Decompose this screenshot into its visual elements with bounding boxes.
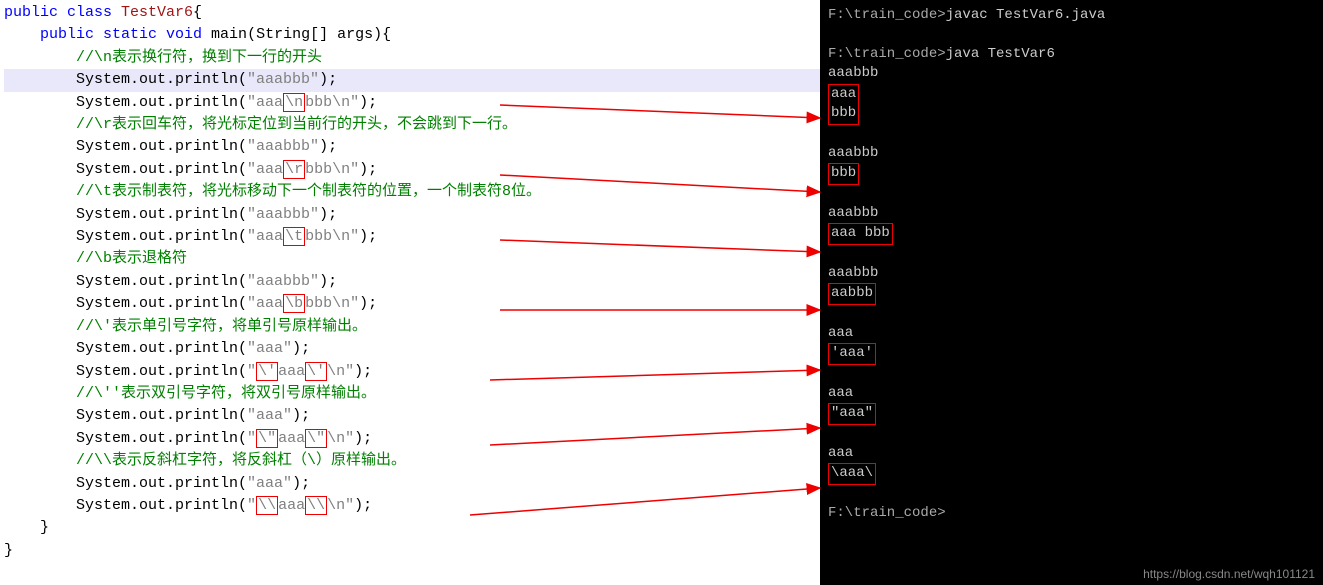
output-line: "aaa" <box>828 403 1315 425</box>
code-line: System.out.println("aaa"); <box>4 405 820 427</box>
boxed-output: bbb <box>828 163 859 185</box>
code-line: public class TestVar6{ <box>4 2 820 24</box>
code-line: System.out.println("aaabbb"); <box>4 136 820 158</box>
code-line: System.out.println("\"aaa\"\n"); <box>4 428 820 450</box>
escape-sequence: \\ <box>305 496 327 515</box>
comment-line: //\t表示制表符，将光标移动下一个制表符的位置，一个制表符8位。 <box>4 181 820 203</box>
comment-line: //\\表示反斜杠字符，将反斜杠（\）原样输出。 <box>4 450 820 472</box>
code-line: System.out.println("aaa\bbbb\n"); <box>4 293 820 315</box>
output-line: aaabbb <box>828 84 1315 125</box>
comment-line: //\'表示单引号字符，将单引号原样输出。 <box>4 316 820 338</box>
output-line: aaa bbb <box>828 223 1315 245</box>
output-line: aaabbb <box>828 264 1315 284</box>
output-line: aaabbb <box>828 204 1315 224</box>
escape-sequence: \' <box>256 362 278 381</box>
output-line: \aaa\ <box>828 463 1315 485</box>
code-line: System.out.println("aaa\nbbb\n"); <box>4 92 820 114</box>
prompt: F:\train_code> <box>828 505 946 521</box>
code-line: public static void main(String[] args){ <box>4 24 820 46</box>
output-line: aaa <box>828 324 1315 344</box>
output-line: aaabbb <box>828 64 1315 84</box>
output-line: aaa <box>828 444 1315 464</box>
boxed-output: \aaa\ <box>828 463 876 485</box>
prompt: F:\train_code> <box>828 7 946 23</box>
terminal-line: F:\train_code>javac TestVar6.java <box>828 6 1315 26</box>
boxed-output: aaa bbb <box>828 223 893 245</box>
terminal-panel[interactable]: F:\train_code>javac TestVar6.java F:\tra… <box>820 0 1323 585</box>
code-line: System.out.println("aaa\tbbb\n"); <box>4 226 820 248</box>
comment-line: //\r表示回车符，将光标定位到当前行的开头，不会跳到下一行。 <box>4 114 820 136</box>
code-line: System.out.println("aaabbb"); <box>4 271 820 293</box>
output-line: 'aaa' <box>828 343 1315 365</box>
escape-sequence: \\ <box>256 496 278 515</box>
code-line: System.out.println("aaa"); <box>4 473 820 495</box>
terminal-line: F:\train_code> <box>828 504 1315 524</box>
escape-sequence: \n <box>283 93 305 112</box>
code-line: System.out.println("aaa"); <box>4 338 820 360</box>
comment-line: //\n表示换行符，换到下一行的开头 <box>4 47 820 69</box>
escape-sequence: \t <box>283 227 305 246</box>
escape-sequence: \b <box>283 294 305 313</box>
escape-sequence: \" <box>305 429 327 448</box>
boxed-output: 'aaa' <box>828 343 876 365</box>
escape-sequence: \r <box>283 160 305 179</box>
code-line: } <box>4 517 820 539</box>
code-line: System.out.println("\'aaa\'\n"); <box>4 361 820 383</box>
terminal-line: F:\train_code>java TestVar6 <box>828 45 1315 65</box>
output-line: bbb <box>828 163 1315 185</box>
code-line: System.out.println("\\aaa\\\n"); <box>4 495 820 517</box>
code-line: System.out.println("aaabbb"); <box>4 204 820 226</box>
boxed-output: "aaa" <box>828 403 876 425</box>
boxed-output: aabbb <box>828 283 876 305</box>
highlighted-line: System.out.println("aaabbb"); <box>4 69 820 91</box>
output-line: aabbb <box>828 283 1315 305</box>
escape-sequence: \" <box>256 429 278 448</box>
keyword: public <box>4 4 58 21</box>
watermark: https://blog.csdn.net/wqh101121 <box>1143 567 1315 581</box>
boxed-output: aaabbb <box>828 84 859 125</box>
comment-line: //\b表示退格符 <box>4 248 820 270</box>
code-line: } <box>4 540 820 562</box>
comment-line: //\''表示双引号字符，将双引号原样输出。 <box>4 383 820 405</box>
output-line: aaa <box>828 384 1315 404</box>
prompt: F:\train_code> <box>828 46 946 62</box>
code-line: System.out.println("aaa\rbbb\n"); <box>4 159 820 181</box>
escape-sequence: \' <box>305 362 327 381</box>
code-editor[interactable]: public class TestVar6{ public static voi… <box>0 0 820 585</box>
output-line: aaabbb <box>828 144 1315 164</box>
